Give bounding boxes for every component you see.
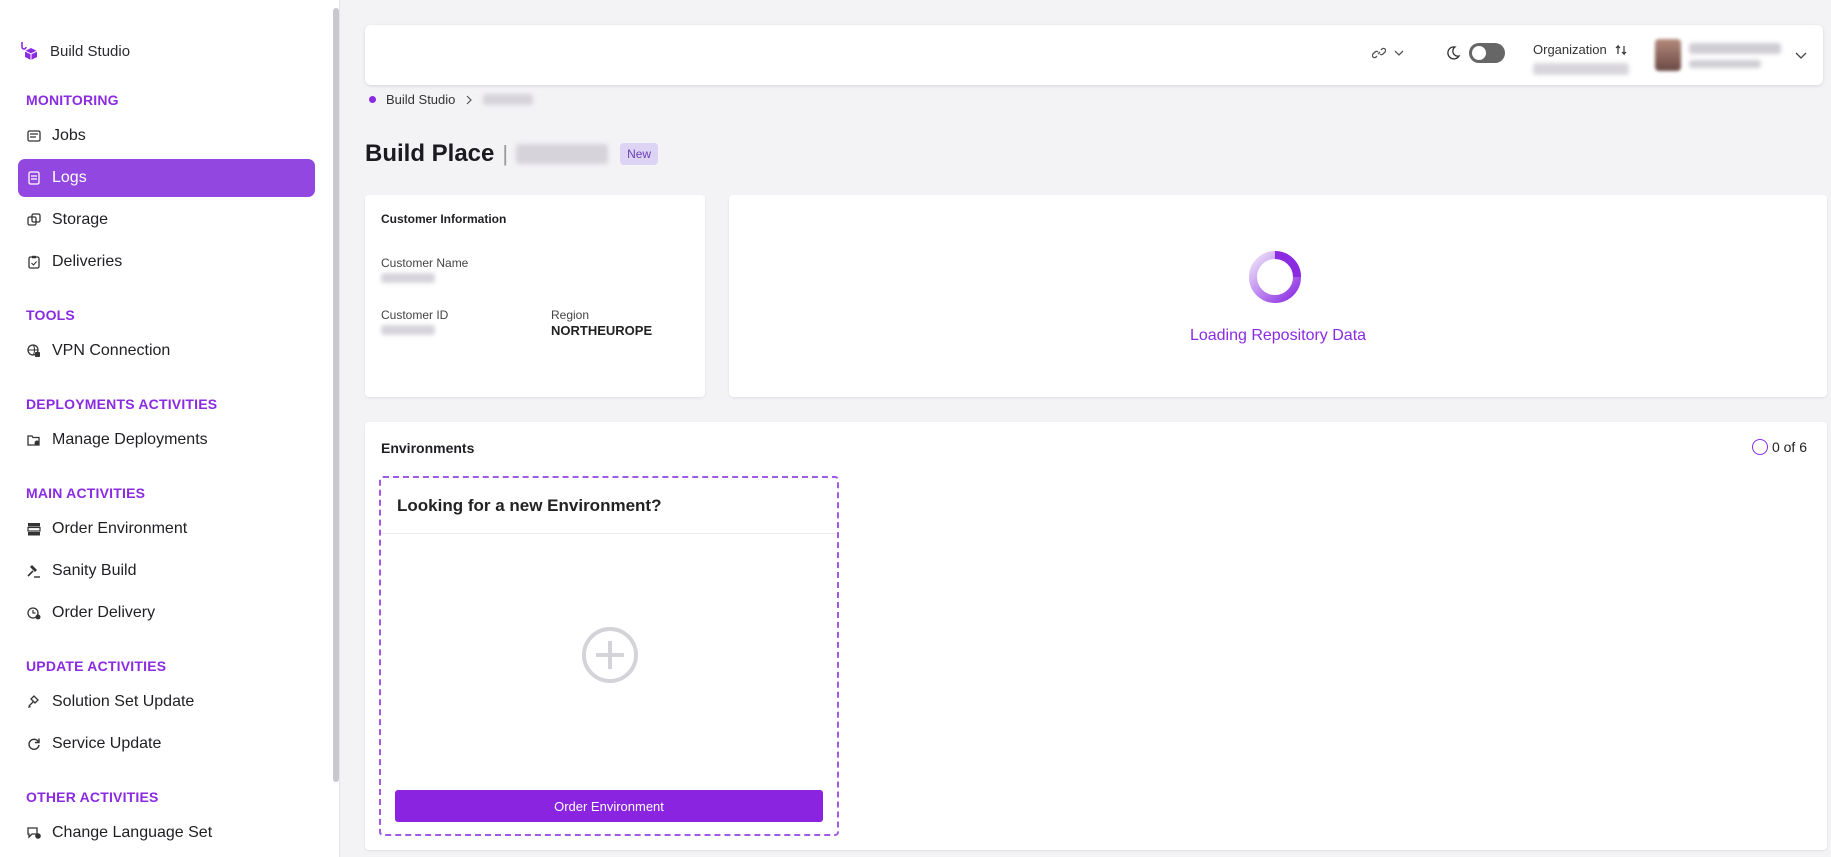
sidebar-item-solution-set-update[interactable]: Solution Set Update: [18, 683, 315, 721]
sidebar-scrollbar[interactable]: [333, 8, 339, 782]
section-title-monitoring: MONITORING: [26, 92, 119, 108]
customer-name-value-redacted: [381, 273, 435, 283]
sidebar-item-label: Sanity Build: [52, 562, 137, 579]
new-environment-heading: Looking for a new Environment?: [381, 478, 837, 534]
page-title: Build Place: [365, 140, 495, 167]
jobs-icon: [26, 128, 42, 144]
sidebar-item-label: Change Language Set: [52, 824, 213, 841]
region-value: NORTHEUROPE: [551, 323, 653, 338]
vpn-icon: [26, 343, 42, 359]
sidebar-item-order-delivery[interactable]: Order Delivery: [18, 594, 315, 632]
section-title-other-activities: OTHER ACTIVITIES: [26, 789, 159, 805]
deployments-icon: [26, 432, 42, 448]
sidebar-item-order-environment[interactable]: Order Environment: [18, 510, 315, 548]
sidebar-item-sanity-build[interactable]: Sanity Build: [18, 552, 315, 590]
storage-icon: [26, 212, 42, 228]
sidebar-item-label: Jobs: [52, 127, 86, 144]
region-label: Region: [551, 308, 590, 322]
order-environment-button[interactable]: Order Environment: [395, 790, 823, 822]
deliveries-icon: [26, 254, 42, 270]
user-menu[interactable]: [1655, 39, 1807, 71]
build-studio-logo-icon: [21, 42, 38, 60]
sidebar-item-change-language-set[interactable]: Change Language Set: [18, 814, 315, 852]
link-icon: [1372, 47, 1386, 59]
sidebar-item-label: Manage Deployments: [52, 431, 208, 448]
sidebar-item-jobs[interactable]: Jobs: [18, 117, 315, 155]
breadcrumb-root[interactable]: Build Studio: [386, 92, 455, 107]
plus-circle-icon[interactable]: [581, 626, 639, 684]
update-icon: [26, 694, 42, 710]
sidebar-item-label: Service Update: [52, 735, 162, 752]
section-title-update-activities: UPDATE ACTIVITIES: [26, 658, 167, 674]
dark-mode-toggle[interactable]: [1469, 43, 1505, 63]
brand-name: Build Studio: [50, 42, 131, 60]
section-title-tools: TOOLS: [26, 307, 75, 323]
moon-icon: [1447, 46, 1461, 60]
customer-id-label: Customer ID: [381, 308, 449, 322]
progress-ring-icon: [1751, 439, 1768, 455]
sidebar-item-vpn-connection[interactable]: VPN Connection: [18, 332, 315, 370]
title-separator: |: [502, 141, 509, 166]
gavel-icon: [26, 563, 42, 579]
environments-count-text: 0 of 6: [1771, 439, 1807, 455]
environments-card: Environments 0 of 6 Looking for a new En…: [365, 422, 1827, 850]
customer-info-title: Customer Information: [381, 212, 507, 226]
sidebar-item-label: VPN Connection: [52, 342, 171, 359]
sidebar-item-service-update[interactable]: Service Update: [18, 725, 315, 763]
delivery-icon: [26, 605, 42, 621]
avatar: [1655, 39, 1681, 71]
theme-switch[interactable]: [1445, 43, 1505, 63]
sidebar: Build Studio MONITORING Jobs Logs Storag…: [0, 0, 340, 857]
logs-icon: [26, 170, 42, 186]
chevron-down-icon: [1795, 52, 1807, 59]
brand[interactable]: Build Studio: [20, 40, 130, 62]
section-title-main-activities: MAIN ACTIVITIES: [26, 485, 146, 501]
sidebar-item-storage[interactable]: Storage: [18, 201, 315, 239]
sidebar-item-logs[interactable]: Logs: [18, 159, 315, 197]
breadcrumb: Build Studio: [369, 92, 534, 107]
loading-spinner-icon: [1249, 251, 1301, 303]
top-bar: Organization: [365, 25, 1823, 85]
user-info-redacted: [1689, 42, 1781, 68]
place-name-redacted: [516, 144, 609, 164]
sidebar-item-label: Order Environment: [52, 520, 188, 537]
sidebar-item-label: Storage: [52, 211, 109, 228]
breadcrumb-current-redacted: [483, 94, 534, 105]
environments-title: Environments: [381, 440, 475, 456]
chevron-right-icon: [466, 95, 473, 104]
sidebar-item-manage-deployments[interactable]: Manage Deployments: [18, 421, 315, 459]
sidebar-item-label: Logs: [52, 169, 87, 186]
organization-value-redacted: [1533, 63, 1629, 75]
page-title-row: Build Place | New: [365, 140, 659, 168]
sidebar-item-label: Order Delivery: [52, 604, 156, 621]
language-icon: [26, 825, 42, 841]
organization-label: Organization: [1533, 42, 1607, 57]
environments-count: 0 of 6: [1751, 439, 1807, 455]
swap-icon: [1615, 44, 1627, 55]
customer-information-card: Customer Information Customer Name Custo…: [365, 195, 705, 397]
refresh-icon: [26, 736, 42, 752]
customer-id-value-redacted: [381, 325, 435, 335]
organization-switcher[interactable]: Organization: [1533, 42, 1629, 75]
breadcrumb-dot: [369, 96, 376, 103]
repository-card: Loading Repository Data: [729, 195, 1827, 397]
new-environment-card[interactable]: Looking for a new Environment? Order Env…: [379, 476, 839, 836]
sidebar-item-deliveries[interactable]: Deliveries: [18, 243, 315, 281]
link-menu-button[interactable]: [1372, 46, 1404, 60]
section-title-deployments: DEPLOYMENTS ACTIVITIES: [26, 396, 218, 412]
server-stack-icon: [26, 521, 42, 537]
loading-repository-text: Loading Repository Data: [1189, 327, 1367, 344]
chevron-down-icon: [1394, 50, 1404, 56]
customer-name-label: Customer Name: [381, 256, 469, 270]
sidebar-item-label: Solution Set Update: [52, 693, 195, 710]
sidebar-item-label: Deliveries: [52, 253, 123, 270]
status-badge: New: [620, 143, 659, 165]
